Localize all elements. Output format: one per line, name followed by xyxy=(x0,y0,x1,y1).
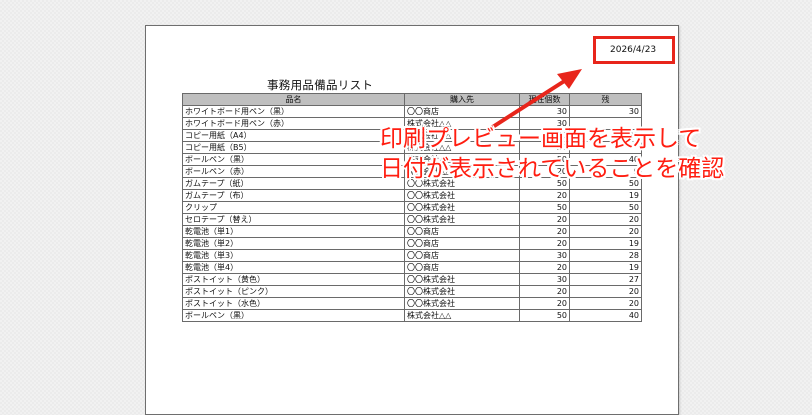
callout-line-1: 印刷プレビュー画面を表示して xyxy=(380,126,702,152)
callout-text: 印刷プレビュー画面を表示して 日付が表示されていることを確認 xyxy=(380,124,724,184)
arrow-shaft xyxy=(486,78,568,132)
arrow-head xyxy=(557,69,582,89)
callout-arrow xyxy=(486,69,582,132)
callout-line-2: 日付が表示されていることを確認 xyxy=(380,156,725,182)
